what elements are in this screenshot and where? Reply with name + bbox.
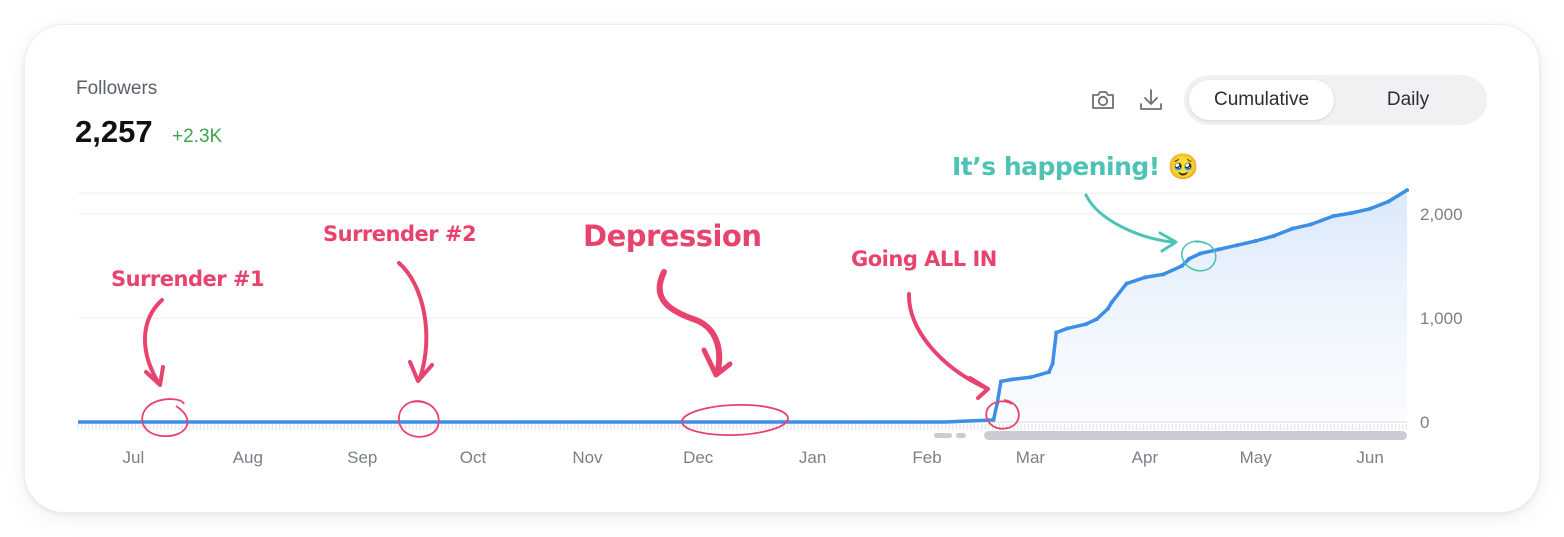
followers-chart: 0 1,000 2,000 Jul Aug Sep Oct Nov Dec Jan Feb Mar A… [77,152,1463,467]
x-minor-ticks [77,424,1407,430]
data-point [1083,322,1088,327]
x-tick-label: Aug [233,448,263,467]
data-point [1331,214,1336,219]
annotation-depression-label: Depression [583,219,762,253]
data-point [1368,206,1373,211]
data-point [1028,375,1033,380]
scroll-dot-2[interactable] [956,433,966,438]
scroll-dot-1[interactable] [934,433,952,438]
data-point [1046,370,1051,375]
x-tick-label: Nov [572,448,603,467]
x-axis-ticks: Jul Aug Sep Oct Nov Dec Jan Feb Mar Apr May Jun [123,448,1384,467]
x-tick-label: Apr [1132,448,1159,467]
data-point [1105,306,1110,311]
x-tick-label: Jan [799,448,826,467]
annotation-surrender-2-label: Surrender #2 [323,222,476,246]
x-tick-label: Jul [123,448,145,467]
data-point [1235,243,1240,248]
data-point [1009,377,1014,382]
data-point [1290,226,1295,231]
data-point [1405,188,1409,193]
data-point [1349,210,1354,215]
y-tick-label: 1,000 [1420,309,1463,328]
data-point [1272,233,1277,238]
range-scrollbar[interactable] [984,431,1407,440]
data-point [1187,256,1192,261]
data-point [1054,330,1059,335]
x-tick-label: Mar [1016,448,1046,467]
data-point [1216,247,1221,252]
data-point [1050,361,1055,366]
x-tick-label: Feb [912,448,941,467]
data-point [1309,222,1314,227]
y-axis-ticks: 0 1,000 2,000 [1420,205,1463,432]
annotation-surrender-2: Surrender #2 [323,222,477,438]
data-point [1109,300,1114,305]
data-point [1142,275,1147,280]
y-tick-label: 0 [1420,413,1429,432]
data-point [1065,326,1070,331]
data-point [998,379,1003,384]
data-point [1198,251,1203,256]
data-point [991,417,996,422]
x-tick-label: Jun [1356,448,1383,467]
data-point [1161,272,1166,277]
x-tick-label: May [1240,448,1273,467]
data-point [1124,281,1129,286]
annotation-surrender-1: Surrender #1 [111,267,265,437]
y-tick-label: 2,000 [1420,205,1463,224]
annotation-going-all-in: Going ALL IN [851,247,1020,430]
x-tick-label: Oct [460,448,487,467]
data-point [1094,317,1099,322]
x-tick-label: Dec [683,448,714,467]
x-tick-label: Sep [347,448,377,467]
annotation-happening-label: It’s happening! 🥹 [952,152,1199,181]
annotation-going-all-in-label: Going ALL IN [851,247,997,271]
annotation-depression: Depression [583,219,789,437]
data-point [1386,199,1391,204]
area-fill [945,190,1407,422]
data-point [1179,264,1184,268]
data-point [1253,239,1258,244]
annotation-surrender-1-label: Surrender #1 [111,267,264,291]
